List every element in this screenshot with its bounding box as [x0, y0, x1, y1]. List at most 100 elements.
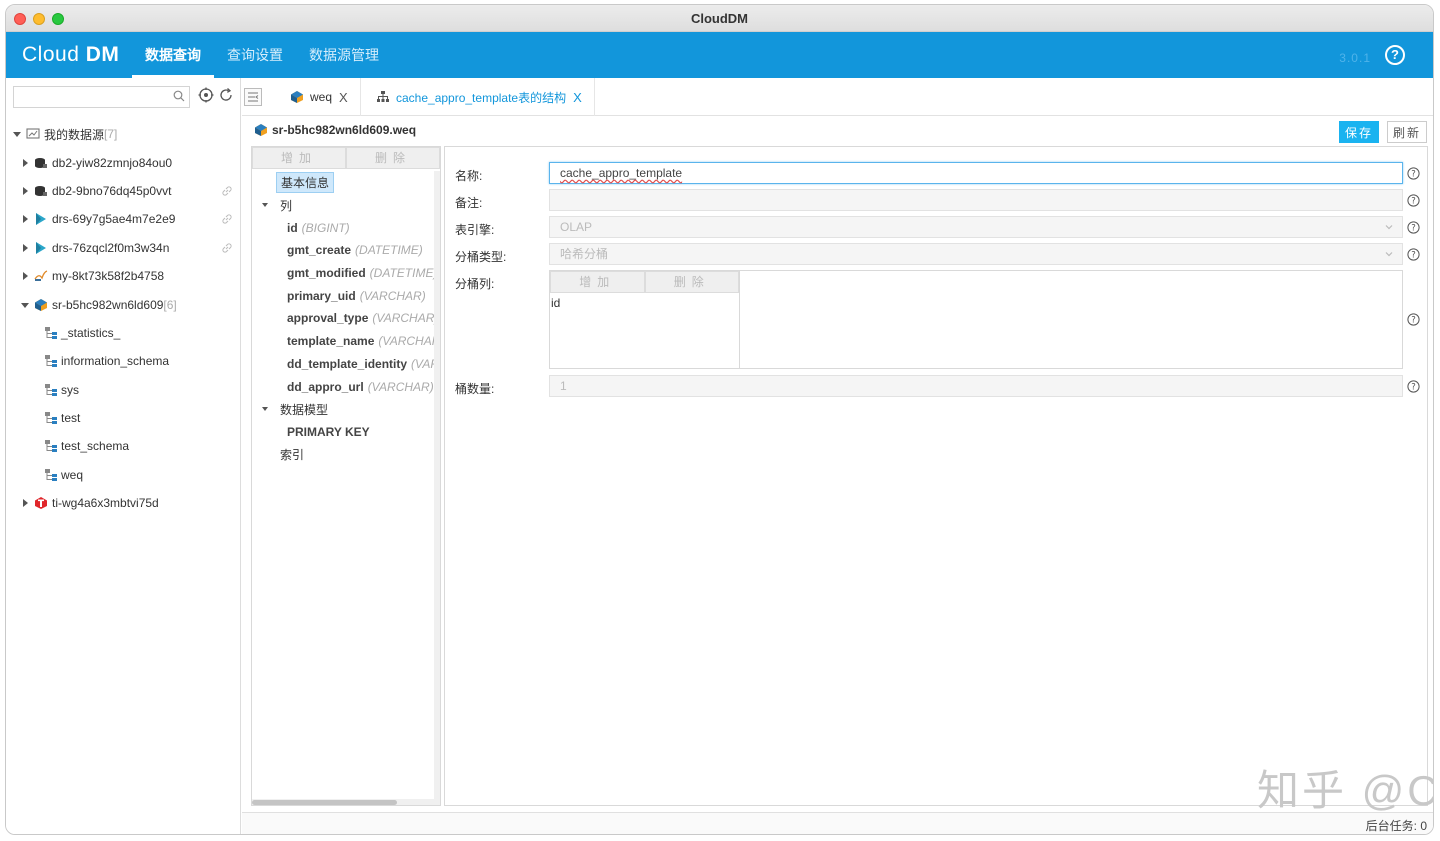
question-icon[interactable]: ? — [1407, 221, 1420, 234]
structure-tree: 基本信息 列 id (BIGINT) gmt_create (DATETIME) g… — [252, 171, 435, 466]
nav-query-settings[interactable]: 查询设置 — [214, 32, 296, 78]
caret-down-icon[interactable] — [12, 129, 22, 139]
svg-text:?: ? — [1411, 316, 1416, 326]
tree-source-drs-2[interactable]: drs-76zqcl2f0m3w34n — [6, 234, 241, 262]
bucket-type-select[interactable]: 哈希分桶 — [549, 243, 1403, 265]
chevron-down-icon — [1385, 225, 1393, 230]
column-type: (VARCHAR) — [359, 288, 426, 303]
tree-schema-statistics[interactable]: _statistics_ — [6, 319, 241, 347]
starrocks-icon — [291, 91, 303, 103]
close-tab-icon[interactable]: X — [339, 90, 348, 105]
tab-weq[interactable]: weq X — [278, 78, 361, 116]
structure-vertical-scrollbar[interactable] — [434, 171, 440, 801]
caret-right-icon[interactable] — [20, 186, 30, 196]
tree-schema-label: sys — [61, 382, 79, 397]
tree-source-db2-2[interactable]: db2-9bno76dq45p0vvt — [6, 177, 241, 205]
refresh-icon[interactable] — [218, 87, 234, 103]
datasource-search-input[interactable] — [13, 86, 190, 108]
tidb-icon — [35, 497, 47, 510]
sidebar-toggle-button[interactable] — [244, 88, 262, 106]
caret-right-icon[interactable] — [20, 214, 30, 224]
caret-down-icon[interactable] — [260, 200, 270, 210]
tree-root[interactable]: 我的数据源 [7] — [6, 120, 241, 148]
structure-column[interactable]: template_name(VARCHAR) — [252, 330, 435, 353]
drs-icon — [36, 213, 46, 226]
link-icon — [222, 243, 232, 253]
svg-text:?: ? — [1411, 197, 1416, 207]
locate-icon[interactable] — [198, 87, 214, 103]
add-button[interactable]: 增加 — [252, 147, 346, 169]
question-icon[interactable]: ? — [1407, 313, 1420, 326]
tree-schema-weq[interactable]: weq — [6, 461, 241, 489]
nav-data-query[interactable]: 数据查询 — [132, 32, 214, 78]
tree-source-label: drs-69y7g5ae4m7e2e9 — [52, 212, 176, 227]
structure-columns-group[interactable]: 列 — [252, 194, 435, 217]
refresh-button[interactable]: 刷新 — [1387, 121, 1427, 143]
tab-strip: weq X cache_appro_template表的结构 X — [242, 78, 1433, 116]
delete-bucket-column-button[interactable]: 删除 — [644, 271, 739, 293]
datasource-tree: 我的数据源 [7] db2-yiw82zmnjo84ou0 db2-9bno76d… — [6, 120, 241, 517]
tree-source-tidb[interactable]: ti-wg4a6x3mbtvi75d — [6, 489, 241, 517]
db2-icon — [35, 157, 47, 168]
tree-source-label: drs-76zqcl2f0m3w34n — [52, 240, 170, 255]
nav-datasource-management[interactable]: 数据源管理 — [296, 32, 392, 78]
column-name: approval_type — [287, 311, 369, 326]
structure-column[interactable]: gmt_modified (DATETIME) — [252, 262, 435, 285]
structure-primary-key[interactable]: PRIMARY KEY — [252, 421, 435, 444]
add-bucket-column-button[interactable]: 增加 — [550, 271, 645, 293]
column-type: (VARCHAR) — [378, 334, 435, 349]
question-icon[interactable]: ? — [1407, 248, 1420, 261]
caret-down-icon[interactable] — [20, 300, 30, 310]
scrollbar-thumb[interactable] — [252, 800, 397, 805]
structure-horizontal-scrollbar[interactable] — [252, 799, 440, 805]
tree-schema-test[interactable]: test — [6, 404, 241, 432]
caret-right-icon[interactable] — [20, 498, 30, 508]
structure-basic-info[interactable]: 基本信息 — [252, 171, 435, 194]
comment-label: 备注: — [455, 196, 483, 210]
structure-column[interactable]: primary_uid (VARCHAR) — [252, 284, 435, 307]
column-name: template_name — [287, 334, 375, 349]
tree-source-drs-1[interactable]: drs-69y7g5ae4m7e2e9 — [6, 205, 241, 233]
tab-table-structure[interactable]: cache_appro_template表的结构 X — [364, 78, 595, 116]
primary-key-label: PRIMARY KEY — [287, 424, 370, 439]
table-comment-input[interactable] — [549, 189, 1403, 211]
question-icon[interactable]: ? — [1407, 380, 1420, 393]
delete-button[interactable]: 删除 — [346, 147, 440, 169]
tree-schema-test-schema[interactable]: test_schema — [6, 432, 241, 460]
tree-schema-information-schema[interactable]: information_schema — [6, 347, 241, 375]
question-icon[interactable]: ? — [1407, 194, 1420, 207]
background-tasks-status: 后台任务: 0 — [1365, 819, 1427, 833]
tree-source-mysql[interactable]: my-8kt73k58f2b4758 — [6, 262, 241, 290]
table-engine-select[interactable]: OLAP — [549, 216, 1403, 238]
help-icon[interactable]: ? — [1385, 45, 1405, 65]
logo-prefix: Cloud — [22, 43, 86, 66]
structure-index[interactable]: 索引 — [252, 443, 435, 466]
tree-schema-sys[interactable]: sys — [6, 376, 241, 404]
structure-column[interactable]: approval_type (VARCHAR) — [252, 307, 435, 330]
caret-right-icon[interactable] — [20, 158, 30, 168]
structure-column[interactable]: gmt_create (DATETIME) — [252, 239, 435, 262]
bucket-column-item[interactable]: id — [550, 293, 739, 313]
question-icon[interactable]: ? — [1407, 167, 1420, 180]
tree-source-starrocks[interactable]: sr-b5hc982wn6ld609 [6] — [6, 290, 241, 318]
datasource-folder-icon — [26, 128, 40, 139]
columns-group-label: 列 — [280, 198, 293, 213]
close-tab-icon[interactable]: X — [573, 90, 582, 105]
basic-info-label: 基本信息 — [276, 171, 335, 193]
structure-column[interactable]: id (BIGINT) — [252, 216, 435, 239]
caret-down-icon[interactable] — [260, 404, 270, 414]
table-name-input[interactable]: cache_appro_template — [549, 162, 1403, 184]
save-button[interactable]: 保存 — [1339, 121, 1379, 143]
caret-right-icon[interactable] — [20, 271, 30, 281]
starrocks-icon — [255, 124, 267, 136]
bucket-count-label: 桶数量: — [455, 382, 495, 396]
structure-column[interactable]: dd_template_identity(VARCHAR) — [252, 353, 435, 376]
tree-source-db2-1[interactable]: db2-yiw82zmnjo84ou0 — [6, 148, 241, 176]
bucket-count-input[interactable]: 1 — [549, 375, 1403, 397]
structure-column[interactable]: dd_appro_url (VARCHAR) — [252, 375, 435, 398]
caret-right-icon[interactable] — [20, 243, 30, 253]
starrocks-icon — [35, 298, 47, 311]
structure-data-model-group[interactable]: 数据模型 — [252, 398, 435, 421]
schema-icon — [45, 326, 57, 339]
search-icon[interactable] — [173, 90, 185, 102]
